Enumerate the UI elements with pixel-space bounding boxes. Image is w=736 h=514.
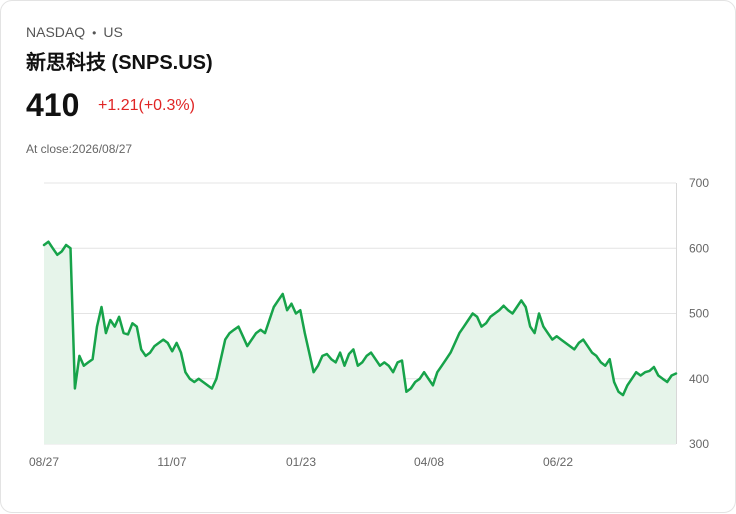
y-tick-label: 700 [689,176,709,190]
x-tick-label: 01/23 [286,455,316,469]
x-tick-label: 06/22 [543,455,573,469]
x-tick-label: 11/07 [157,455,186,469]
price-chart: 300 400 500 600 700 08/27 11/07 01/23 04/08 06/22 [29,176,709,469]
x-tick-label: 04/08 [414,455,444,469]
stock-card: NASDAQ • US 新思科技 (SNPS.US) 410 +1.21(+0.3%… [0,0,736,513]
x-tick-label: 08/27 [29,455,59,469]
y-tick-label: 600 [689,241,709,255]
y-tick-label: 500 [689,307,709,321]
y-tick-label: 400 [689,372,709,386]
y-tick-label: 300 [689,437,709,451]
